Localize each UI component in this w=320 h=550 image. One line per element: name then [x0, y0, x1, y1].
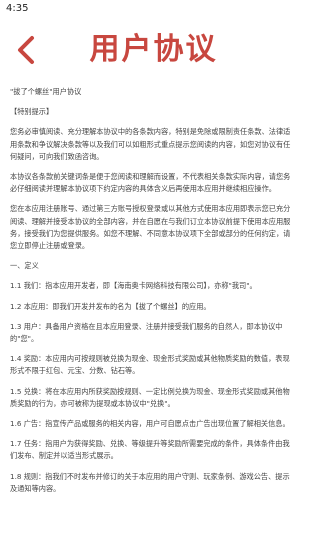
agreement-paragraph: 本协议各条款前关键词条是便于您阅读和理解而设置，不代表相关条款实际内容，请您务必…: [10, 172, 291, 194]
header: 用户协议: [0, 18, 307, 86]
definition-item: 1.7 任务：指用户为获得奖励、兑换、等级提升等奖励所需要完成的条件，具体条件由…: [10, 439, 290, 461]
agreement-paragraph: 您务必审慎阅读、充分理解本协议中的各条款内容，特别是免除或限制责任条款、法律适用…: [10, 127, 291, 161]
status-time: 4:35: [6, 3, 29, 14]
definition-item: 1.3 用户：具备用户资格在且本应用登录、注册并接受我们服务的自然人，即本协议中…: [10, 321, 283, 344]
status-bar: 4:35: [0, 0, 307, 18]
agreement-paragraph: 您在本应用注册账号、通过第三方账号授权登录或以其他方式使用本应用即表示您已充分阅…: [10, 204, 291, 251]
page-title: 用户协议: [89, 32, 218, 67]
agreement-content: "拔了个螺丝"用户协议 【特别提示】 您务必审慎阅读、充分理解本协议中的各条款内…: [0, 86, 307, 495]
agreement-heading: "拔了个螺丝"用户协议: [10, 87, 82, 96]
definition-item: 1.8 规则：指我们不时发布并修订的关于本应用的用户守则、玩家条例、游戏公告、提…: [10, 471, 290, 493]
definition-item: 1.4 奖励：本应用内可按规则被兑换为现金、现金形式奖励或其他物质奖励的数值，表…: [10, 354, 290, 376]
definition-item: 1.2 本应用：即我们开发并发布的名为【拔了个螺丝】的应用。: [10, 301, 211, 311]
section-heading-definitions: 一、定义: [10, 261, 39, 271]
definition-item: 1.1 我们：指本应用开发者，即【海南奥卡网络科技有限公司】，亦称"我司"。: [10, 281, 257, 291]
definition-item: 1.6 广告：指宣传产品或服务的相关内容，用户可自愿点击广告出现位置了解相关信息…: [10, 419, 290, 429]
definition-item: 1.5 兑换：将在本应用内所获奖励按规则、一定比例兑换为现金、现金形式奖励或其他…: [10, 386, 290, 408]
special-notice-heading: 【特别提示】: [10, 107, 54, 117]
